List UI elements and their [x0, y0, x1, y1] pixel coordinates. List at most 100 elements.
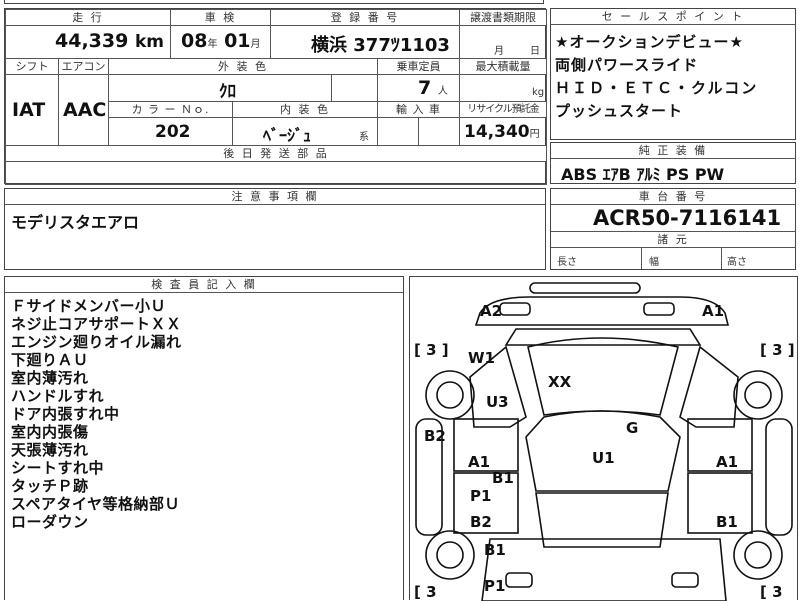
mileage-cell: 走 行 44,339 km [5, 9, 171, 59]
ac-value: AAC [63, 99, 107, 121]
damage-label-g: G [626, 419, 639, 437]
sales-point-line: ★オークションデビュー★ [555, 33, 744, 51]
damage-label-tire-right: [ 3 ] [760, 341, 795, 359]
capacity-header: 乗車定員 [378, 59, 459, 75]
exterior-color-header: 外 装 色 [109, 59, 377, 75]
chassis-value: ACR50-7116141 [593, 206, 782, 230]
rear-light-left-shape [505, 572, 533, 588]
damage-label-b1-left: B1 [484, 541, 506, 559]
damage-label-b1-mid: B1 [492, 469, 514, 487]
hood-shape [504, 328, 702, 346]
notes-value: モデリスタエアロ [11, 213, 140, 232]
interior-color-suffix: 系 [359, 132, 369, 143]
recycle-value: 14,340 [464, 122, 530, 142]
headlight-right-shape [643, 302, 675, 316]
damage-label-b2-left: B2 [424, 427, 446, 445]
sales-points-box: セ ー ル ス ポ イ ン ト ★オークションデビュー★ 両側パワースライド Ｈ… [550, 8, 796, 140]
rear-outline-shape [481, 538, 727, 601]
damage-label-tire-bottom-left: [ 3 [414, 583, 437, 601]
color-no-cell: カ ラ ー Ｎｏ. 202 [108, 101, 233, 146]
max-load-unit: kg [532, 87, 545, 98]
registration-header: 登 録 番 号 [271, 10, 459, 26]
color-no-header: カ ラ ー Ｎｏ. [109, 102, 232, 118]
ac-cell: エアコン AAC [58, 58, 109, 146]
damage-diagram-box: A2 A1 [ 3 ] [ 3 ] W1 XX U3 B2 G U1 A1 A1… [409, 276, 798, 601]
capacity-value: 7 [418, 77, 432, 99]
right-fender-shape [679, 345, 739, 428]
later-parts-header: 後 日 発 送 部 品 [6, 146, 546, 162]
inspector-line: ローダウン [11, 513, 89, 531]
max-load-header: 最大積載量 [460, 59, 546, 75]
import-divider [418, 117, 419, 145]
interior-color-value: ﾍﾞｰｼﾞｭ [263, 126, 312, 145]
registration-value: 横浜 377ﾂ1103 [311, 35, 450, 56]
damage-label-a2: A2 [480, 302, 503, 320]
damage-label-a1-left: A1 [468, 453, 491, 471]
equipment-box: 純 正 装 備 ABS ｴｱB ｱﾙﾐ PS PW [550, 142, 796, 184]
shift-cell: シフト IAT [5, 58, 59, 146]
inspection-value-group: 08年 01月 [181, 30, 261, 52]
equipment-header: 純 正 装 備 [551, 143, 795, 159]
spec-divider [721, 247, 722, 269]
wheel-front-right-inner-shape [744, 381, 772, 409]
later-parts-cell: 後 日 発 送 部 品 [5, 145, 547, 185]
inspection-year-unit: 年 [207, 39, 218, 50]
chassis-header: 車 台 番 号 [551, 189, 795, 205]
inspector-box: 検 査 員 記 入 欄 Ｆサイドメンバー小Ｕ ネジ止コアサポートＸＸ エンジン廻… [4, 276, 404, 600]
sales-point-line: 両側パワースライド [555, 56, 699, 74]
damage-label-w1: W1 [468, 349, 495, 367]
mileage-value: 44,339 [55, 30, 129, 52]
registration-cell: 登 録 番 号 横浜 377ﾂ1103 [270, 9, 460, 59]
capacity-unit: 人 [437, 86, 448, 97]
inspection-cell: 車 検 08年 01月 [170, 9, 271, 59]
color-no-value: 202 [155, 122, 191, 142]
damage-label-tire-bottom-right: [ 3 [760, 583, 783, 601]
import-cell: 輸 入 車 [377, 101, 460, 146]
spec-width-label: 幅 [649, 257, 659, 268]
transfer-header: 譲渡書類期限 [460, 10, 546, 26]
shift-header: シフト [6, 59, 58, 75]
rear-light-right-shape [671, 572, 699, 588]
equipment-value: ABS ｴｱB ｱﾙﾐ PS PW [561, 165, 725, 184]
top-cutoff-strip [4, 0, 544, 4]
wheel-front-left-shape [425, 370, 475, 420]
mileage-unit: km [134, 32, 164, 52]
damage-label-u1: U1 [592, 449, 615, 467]
damage-label-a1-right: A1 [716, 453, 739, 471]
recycle-cell: リサイクル預託金 14,340円 [459, 101, 547, 146]
sales-point-line: プッシュスタート [555, 102, 684, 120]
recycle-header: リサイクル預託金 [460, 102, 546, 118]
spec-divider [641, 247, 642, 269]
inspector-header: 検 査 員 記 入 欄 [5, 277, 403, 293]
mileage-header: 走 行 [6, 10, 170, 26]
wheel-front-right-shape [733, 370, 783, 420]
notes-box: 注 意 事 項 欄 モデリスタエアロ [4, 188, 546, 270]
damage-label-tire-left: [ 3 ] [414, 341, 449, 359]
transfer-month-unit: 月 [494, 46, 504, 57]
wheel-front-left-inner-shape [436, 381, 464, 409]
max-load-cell: 最大積載量 kg [459, 58, 547, 102]
import-header: 輸 入 車 [378, 102, 459, 118]
damage-label-p1-left: P1 [470, 487, 492, 505]
shift-value: IAT [12, 99, 46, 121]
mileage-value-group: 44,339 km [55, 30, 164, 52]
chassis-box: 車 台 番 号 ACR50-7116141 諸 元 長さ 幅 高さ [550, 188, 796, 270]
inspection-year: 08 [181, 30, 208, 52]
wheel-rear-left-inner-shape [436, 541, 464, 569]
sales-point-line: ＨＩＤ・ＥＴＣ・クルコン [555, 79, 759, 97]
ac-header: エアコン [59, 59, 108, 75]
notes-header: 注 意 事 項 欄 [5, 189, 545, 205]
recycle-unit: 円 [529, 129, 540, 140]
vehicle-info-table: 走 行 44,339 km 車 検 08年 01月 登 録 番 号 横浜 377… [4, 8, 547, 185]
damage-label-u3: U3 [486, 393, 509, 411]
exterior-color-value: ｸﾛ [219, 82, 236, 102]
car-outline-diagram [415, 282, 793, 601]
wheel-rear-left-shape [425, 530, 475, 580]
spec-height-label: 高さ [727, 257, 747, 268]
specs-header: 諸 元 [551, 231, 795, 248]
inspection-month: 01 [224, 30, 251, 52]
headlight-left-shape [499, 302, 531, 316]
sales-points-header: セ ー ル ス ポ イ ン ト [551, 9, 795, 25]
recycle-value-group: 14,340円 [464, 122, 540, 142]
inspection-month-unit: 月 [250, 39, 261, 50]
